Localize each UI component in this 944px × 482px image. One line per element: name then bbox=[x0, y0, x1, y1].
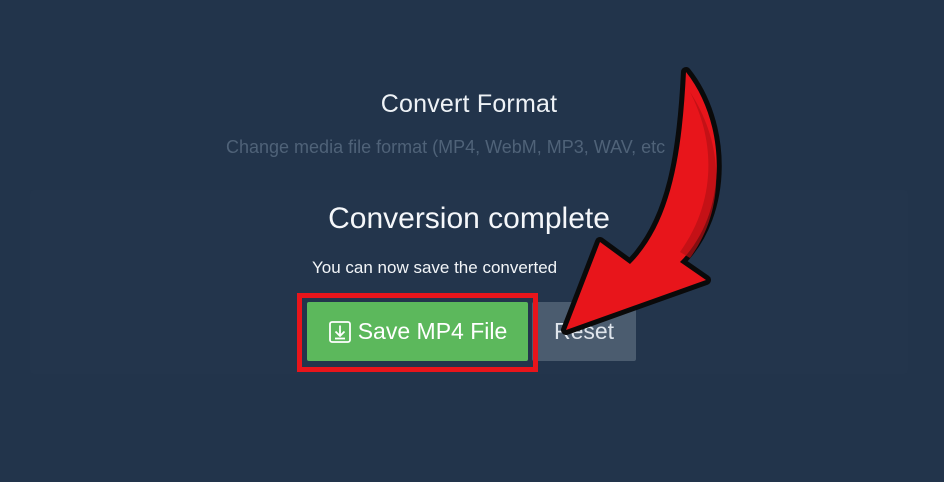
result-message: You can now save the converted bbox=[312, 258, 558, 277]
save-file-button[interactable]: Save MP4 File bbox=[307, 302, 528, 361]
tool-title: Convert Format bbox=[380, 90, 558, 118]
result-heading: Conversion complete bbox=[328, 202, 610, 235]
reset-button-label: Reset bbox=[553, 318, 615, 344]
reset-button[interactable]: Reset bbox=[532, 302, 636, 361]
download-icon bbox=[328, 320, 351, 343]
page: Convert Format Change media file format … bbox=[0, 0, 944, 482]
save-file-button-label: Save MP4 File bbox=[357, 318, 508, 344]
tool-subtitle: Change media file format (MP4, WebM, MP3… bbox=[226, 137, 666, 157]
